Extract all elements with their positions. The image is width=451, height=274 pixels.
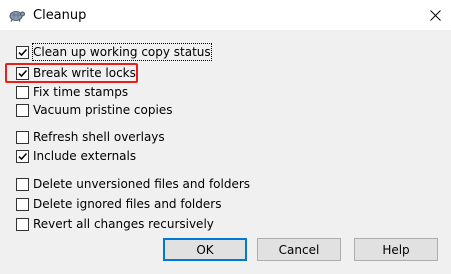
close-icon [429,9,441,21]
title-bar: Cleanup [0,0,451,30]
checkbox-label: Delete ignored files and folders [33,197,222,211]
checkbox-label: Revert all changes recursively [33,217,214,231]
close-button[interactable] [420,2,450,28]
help-button[interactable]: Help [354,238,438,261]
checkbox-box[interactable] [16,217,29,231]
checkbox-label: Clean up working copy status [32,43,212,61]
checkbox-vacuum-pristine-copies[interactable]: Vacuum pristine copies [16,102,172,118]
checkbox-clean-up-working-copy-status[interactable]: Clean up working copy status [16,43,212,61]
checkbox-box[interactable] [16,85,29,99]
checkbox-box[interactable] [16,45,29,59]
checkbox-box[interactable] [16,149,29,163]
checkbox-label: Include externals [33,149,137,163]
checkbox-include-externals[interactable]: Include externals [16,148,136,164]
checkbox-label: Refresh shell overlays [33,130,165,144]
checkbox-delete-unversioned-files[interactable]: Delete unversioned files and folders [16,176,250,192]
checkbox-label: Fix time stamps [33,85,129,99]
checkbox-label: Delete unversioned files and folders [33,177,251,191]
checkbox-box[interactable] [16,197,29,211]
cancel-button[interactable]: Cancel [257,238,341,261]
ok-button[interactable]: OK [163,238,247,261]
checkmark-icon [18,48,28,56]
checkbox-fix-time-stamps[interactable]: Fix time stamps [16,84,128,100]
checkbox-label: Vacuum pristine copies [33,103,173,117]
checkbox-box[interactable] [16,177,29,191]
checkbox-box[interactable] [16,66,29,80]
checkbox-box[interactable] [16,130,29,144]
tortoise-icon [9,8,25,22]
window-title: Cleanup [33,8,87,23]
checkbox-box[interactable] [16,103,29,117]
checkbox-refresh-shell-overlays[interactable]: Refresh shell overlays [16,129,165,145]
cleanup-dialog: Cleanup Clean up working copy status Bre… [0,0,451,274]
checkbox-break-write-locks[interactable]: Break write locks [16,65,136,81]
checkmark-icon [18,152,28,160]
checkmark-icon [18,69,28,77]
checkbox-delete-ignored-files[interactable]: Delete ignored files and folders [16,196,221,212]
checkbox-label: Break write locks [33,66,136,80]
checkbox-revert-all-changes[interactable]: Revert all changes recursively [16,216,214,232]
